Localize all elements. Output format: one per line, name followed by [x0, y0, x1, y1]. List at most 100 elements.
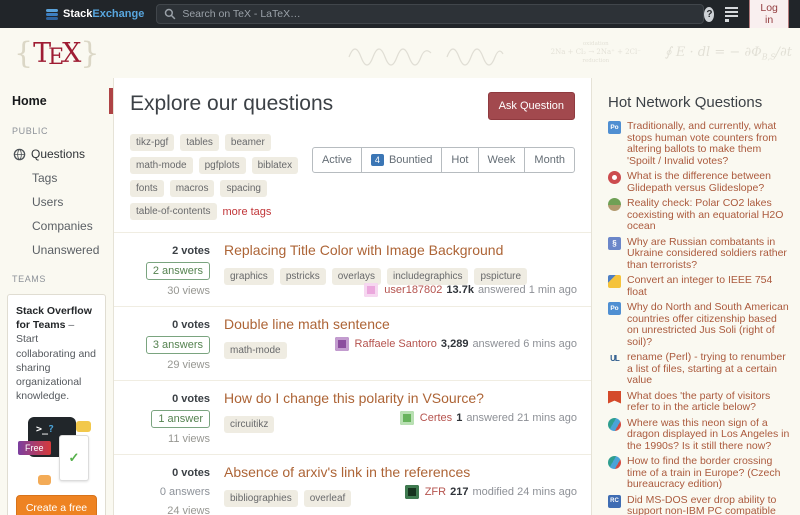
activity-time: answered 1 min ago — [478, 284, 577, 296]
hot-question-link[interactable]: What is the difference between Glidepath… — [627, 171, 790, 194]
avatar[interactable] — [335, 337, 349, 351]
tag-pill[interactable]: overleaf — [304, 490, 352, 507]
user-link[interactable]: ZFR — [425, 486, 446, 498]
hot-network-questions-title: Hot Network Questions — [608, 94, 790, 111]
hot-question[interactable]: What does 'the party of visitors refer t… — [608, 391, 790, 414]
sidebar-item-unanswered[interactable]: Unanswered — [0, 238, 113, 262]
tag-pill[interactable]: macros — [170, 180, 215, 197]
hot-question[interactable]: Po Why do North and South American count… — [608, 302, 790, 348]
hot-question[interactable]: RC Did MS-DOS ever drop ability to suppo… — [608, 495, 790, 515]
question-title-link[interactable]: Double line math sentence — [224, 316, 390, 334]
question-stats: 0 votes 3 answers 29 views — [114, 316, 210, 371]
politics-site-icon: Po — [608, 302, 621, 315]
hot-question[interactable]: Reality check: Polar CO2 lakes coexistin… — [608, 198, 790, 233]
create-team-button[interactable]: Create a free Team — [16, 495, 97, 515]
login-button[interactable]: Log in — [749, 0, 788, 31]
filter-active[interactable]: Active — [312, 147, 362, 173]
question-title-link[interactable]: Absence of arxiv's link in the reference… — [224, 464, 470, 482]
filter-hot[interactable]: Hot — [441, 147, 478, 173]
avatar[interactable] — [400, 411, 414, 425]
answer-count: 0 answers — [160, 484, 210, 500]
user-link[interactable]: Certes — [420, 412, 452, 424]
vote-count: 2 votes — [172, 245, 210, 257]
code-golf-site-icon — [608, 275, 621, 288]
sidebar-item-users[interactable]: Users — [0, 190, 113, 214]
sidebar-item-questions[interactable]: Questions — [0, 142, 113, 166]
hot-question-link[interactable]: Did MS-DOS ever drop ability to support … — [627, 495, 790, 515]
hot-question-link[interactable]: Why are Russian combatants in Ukraine co… — [627, 237, 790, 272]
reputation: 217 — [450, 486, 468, 498]
top-bar: StackExchange ? Log in Sign up — [0, 0, 800, 28]
question-stats: 0 votes 1 answer 11 views — [114, 390, 210, 445]
sidebar-item-tags[interactable]: Tags — [0, 166, 113, 190]
tag-pill[interactable]: bibliographies — [224, 490, 298, 507]
question-attribution: user187802 13.7k answered 1 min ago — [364, 283, 577, 297]
sidebar-item-companies[interactable]: Companies — [0, 214, 113, 238]
hot-question-link[interactable]: Traditionally, and currently, what stops… — [627, 121, 790, 167]
avatar[interactable] — [364, 283, 378, 297]
view-count: 24 views — [167, 505, 210, 515]
tag-pill[interactable]: tables — [180, 134, 219, 151]
search-bar[interactable] — [156, 4, 704, 24]
communities-menu-icon[interactable] — [725, 7, 738, 22]
worldbuilding-site-icon — [608, 198, 621, 211]
hot-question-link[interactable]: Convert an integer to IEEE 754 float — [627, 275, 790, 298]
filter-bountied[interactable]: 4 Bountied — [361, 147, 442, 173]
hot-question[interactable]: § Why are Russian combatants in Ukraine … — [608, 237, 790, 272]
user-link[interactable]: user187802 — [384, 284, 442, 296]
tag-pill[interactable]: beamer — [225, 134, 271, 151]
stackexchange-logo[interactable]: StackExchange — [46, 8, 144, 20]
ask-question-button[interactable]: Ask Question — [488, 92, 575, 120]
search-input[interactable] — [182, 8, 696, 20]
more-tags-link[interactable]: more tags — [223, 206, 272, 218]
tag-pill[interactable]: table-of-contents — [130, 203, 217, 220]
decorative-formulas: oxidation 2Na + Cl₂ → 2Na⁺ + 2Cl⁻ reduct… — [347, 28, 800, 78]
tag-pill[interactable]: math-mode — [224, 342, 287, 359]
hot-question[interactable]: Po Traditionally, and currently, what st… — [608, 121, 790, 167]
question-title-link[interactable]: How do I change this polarity in VSource… — [224, 390, 484, 408]
question-title-link[interactable]: Replacing Title Color with Image Backgro… — [224, 242, 503, 260]
hot-question-link[interactable]: Reality check: Polar CO2 lakes coexistin… — [627, 198, 790, 233]
filter-month[interactable]: Month — [524, 147, 575, 173]
tex-site-logo[interactable]: { T E X } — [14, 36, 100, 71]
hot-question[interactable]: UL rename (Perl) - trying to renumber a … — [608, 352, 790, 387]
tag-filter-cloud: tikz-pgf tables beamer math-mode pgfplot… — [130, 134, 312, 220]
aviation-site-icon — [608, 171, 621, 184]
question-attribution: Certes 1 answered 21 mins ago — [400, 411, 577, 425]
hot-question[interactable]: Where was this neon sign of a dragon dis… — [608, 418, 790, 453]
checklist-graphic: ✓ — [59, 435, 89, 481]
hot-question-link[interactable]: How to find the border crossing time of … — [627, 456, 790, 491]
avatar[interactable] — [405, 485, 419, 499]
hot-question[interactable]: How to find the border crossing time of … — [608, 456, 790, 491]
page-title: Explore our questions — [130, 92, 333, 116]
hot-question[interactable]: Convert an integer to IEEE 754 float — [608, 275, 790, 298]
tag-pill[interactable]: biblatex — [252, 157, 298, 174]
tag-pill[interactable]: graphics — [224, 268, 274, 285]
hot-question[interactable]: What is the difference between Glidepath… — [608, 171, 790, 194]
help-icon[interactable]: ? — [704, 7, 714, 22]
question-attribution: ZFR 217 modified 24 mins ago — [405, 485, 577, 499]
tag-pill[interactable]: pgfplots — [199, 157, 246, 174]
teams-illustration: >_? ✓ Free — [18, 413, 95, 487]
law-site-icon: § — [608, 237, 621, 250]
globe-icon — [13, 148, 26, 161]
sidebar-item-home[interactable]: Home — [0, 88, 113, 114]
free-badge: Free — [18, 441, 51, 455]
tag-pill[interactable]: circuitikz — [224, 416, 274, 433]
tag-pill[interactable]: fonts — [130, 180, 164, 197]
tag-pill[interactable]: tikz-pgf — [130, 134, 174, 151]
tag-pill[interactable]: pstricks — [280, 268, 326, 285]
tag-pill[interactable]: math-mode — [130, 157, 193, 174]
decorative-maxwell-equation: ∮ E · dl = − ∂ΦB,S/∂t — [665, 45, 792, 62]
hot-question-link[interactable]: rename (Perl) - trying to renumber a lis… — [627, 352, 790, 387]
view-count: 29 views — [167, 359, 210, 371]
teams-promo-card: Stack Overflow for Teams – Start collabo… — [7, 294, 106, 515]
hot-question-link[interactable]: Why do North and South American countrie… — [627, 302, 790, 348]
tag-pill[interactable]: spacing — [220, 180, 266, 197]
hot-question-link[interactable]: What does 'the party of visitors refer t… — [627, 391, 790, 414]
politics-site-icon: Po — [608, 121, 621, 134]
hot-question-link[interactable]: Where was this neon sign of a dragon dis… — [627, 418, 790, 453]
user-link[interactable]: Raffaele Santoro — [355, 338, 437, 350]
filter-week[interactable]: Week — [478, 147, 526, 173]
unix-linux-site-icon: UL — [608, 352, 621, 365]
